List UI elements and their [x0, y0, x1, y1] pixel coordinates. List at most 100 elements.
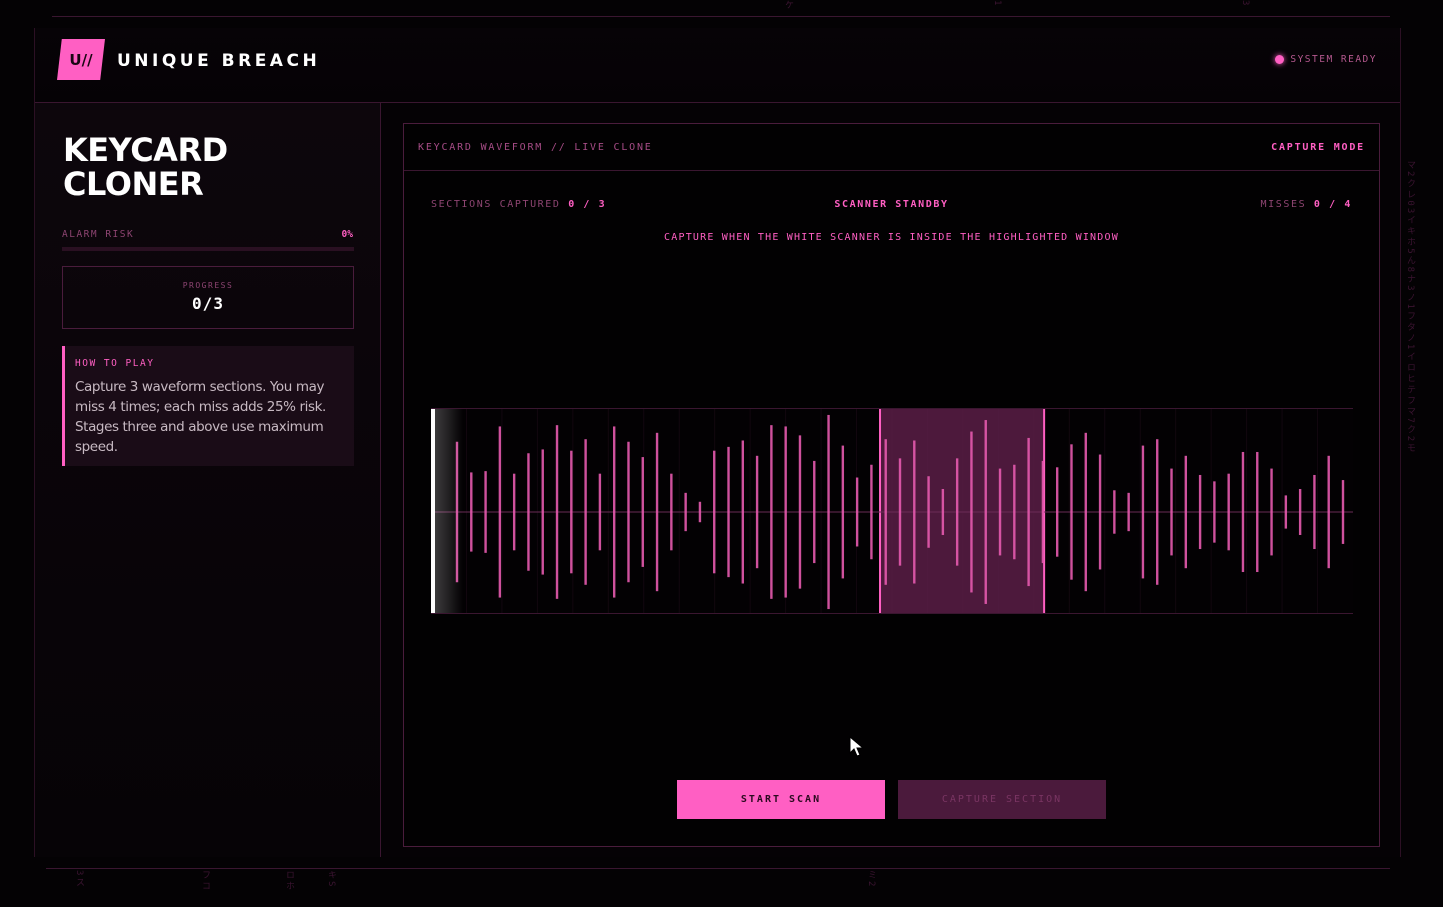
panel-title: KEYCARD WAVEFORM // LIVE CLONE — [418, 142, 653, 153]
progress-label: PROGRESS — [182, 281, 234, 290]
how-to-play-box: HOW TO PLAY Capture 3 waveform sections.… — [62, 346, 354, 466]
waveform-bar — [655, 432, 659, 592]
brand-name: UNIQUE BREACH — [117, 51, 321, 71]
waveform-bar — [884, 439, 887, 585]
waveform-bar — [741, 440, 745, 584]
waveform-bar — [870, 464, 873, 560]
waveform-bar — [1298, 489, 1302, 535]
waveform-bar — [1070, 444, 1073, 580]
waveform-panel: KEYCARD WAVEFORM // LIVE CLONE CAPTURE M… — [403, 123, 1380, 847]
waveform-bar — [927, 476, 930, 548]
progress-box: PROGRESS 0/3 — [62, 266, 354, 329]
waveform-bar — [841, 445, 845, 579]
scanner-glow — [433, 409, 463, 613]
brand-logo: U// — [57, 39, 105, 80]
sections-captured-label: SECTIONS CAPTURED — [431, 199, 561, 210]
waveform-bar — [598, 473, 602, 551]
waveform-bar — [1313, 474, 1316, 550]
waveform-bar — [798, 435, 802, 589]
waveform-bar — [1127, 492, 1130, 532]
capture-mode-label: CAPTURE MODE — [1271, 142, 1365, 153]
progress-value: 0/3 — [192, 294, 224, 313]
waveform-bar — [1156, 439, 1159, 585]
waveform-bar — [498, 426, 502, 598]
waveform-bar — [784, 426, 787, 598]
waveform-bar — [527, 453, 530, 571]
waveform-bar — [813, 460, 816, 564]
waveform-bar — [998, 468, 1002, 556]
sidebar: KEYCARD CLONER ALARM RISK 0% PROGRESS 0/… — [35, 103, 381, 857]
waveform-bar — [641, 457, 644, 567]
waveform-display[interactable] — [431, 408, 1353, 614]
waveform-bar — [913, 440, 916, 584]
waveform-bar — [512, 473, 516, 551]
capture-section-button[interactable]: CAPTURE SECTION — [898, 780, 1106, 819]
game-title: KEYCARD CLONER — [63, 131, 228, 203]
waveform-bar — [1170, 468, 1173, 556]
waveform-bar — [541, 449, 544, 575]
waveform-bar — [584, 439, 587, 585]
how-to-play-title: HOW TO PLAY — [75, 358, 155, 369]
waveform-bar — [1270, 468, 1273, 556]
waveform-bar — [1098, 454, 1102, 570]
waveform-bar — [684, 492, 687, 532]
code-rain: ケ — [783, 0, 793, 11]
code-rain: フコ — [200, 870, 210, 892]
code-rain: ミ2 — [866, 870, 876, 889]
waveform-bar — [1055, 467, 1059, 557]
waveform-bar — [1141, 445, 1145, 579]
code-rain: 3 — [1240, 0, 1250, 8]
waveform-bar — [1027, 437, 1030, 587]
waveform-bar — [1227, 473, 1230, 551]
code-rain: ロホ — [284, 870, 294, 892]
bottom-frame-line — [46, 868, 1390, 869]
capture-hint: CAPTURE WHEN THE WHITE SCANNER IS INSIDE… — [664, 232, 1119, 243]
misses: MISSES 0 / 4 — [1261, 199, 1352, 210]
waveform-bar — [770, 425, 773, 599]
panel-header: KEYCARD WAVEFORM // LIVE CLONE CAPTURE M… — [404, 124, 1379, 171]
code-rain: キS — [326, 870, 336, 889]
waveform-bar — [1213, 481, 1216, 543]
mouse-cursor-icon — [849, 736, 865, 757]
code-rain: マ2クレ03イキホ5ん8ナ3ノ1フタノ1イロヒテフマ7ク2モ — [1405, 160, 1415, 455]
waveform-bar — [1198, 474, 1202, 550]
game-window: U// UNIQUE BREACH SYSTEM READY KEYCARD C… — [34, 28, 1401, 857]
waveform-bar — [470, 472, 473, 552]
system-status-text: SYSTEM READY — [1290, 54, 1377, 65]
start-scan-button[interactable]: START SCAN — [677, 780, 885, 819]
waveform-bar — [555, 425, 559, 599]
waveform-bar — [941, 489, 945, 535]
waveform-bar — [1327, 455, 1330, 569]
how-to-play-text: Capture 3 waveform sections. You may mis… — [75, 379, 326, 455]
waveform-bar — [627, 441, 630, 583]
app-header: U// UNIQUE BREACH SYSTEM READY — [35, 28, 1400, 103]
waveform-bar — [755, 455, 759, 569]
waveform-bar — [898, 458, 902, 566]
system-status: SYSTEM READY — [1275, 54, 1377, 65]
alarm-risk-bar — [62, 247, 354, 251]
waveform-bar — [955, 458, 959, 566]
waveform-svg — [431, 409, 1353, 613]
waveform-bar — [612, 426, 616, 598]
waveform-bar — [1241, 451, 1245, 573]
waveform-bar — [713, 450, 716, 574]
waveform-bar — [1184, 455, 1188, 569]
code-rain: 3ス — [74, 870, 84, 889]
alarm-risk-label: ALARM RISK — [62, 229, 135, 240]
waveform-bar — [670, 473, 673, 551]
waveform-bar — [1113, 490, 1116, 534]
misses-value: 0 / 4 — [1313, 199, 1352, 210]
waveform-bar — [855, 477, 859, 547]
status-dot-icon — [1275, 55, 1285, 64]
waveform-bar — [698, 501, 702, 523]
sections-captured: SECTIONS CAPTURED 0 / 3 — [431, 199, 606, 210]
scanner-line — [431, 409, 435, 613]
waveform-bar — [1256, 451, 1259, 573]
waveform-bar — [1013, 464, 1016, 560]
waveform-bar — [827, 414, 830, 610]
waveform-bar — [1084, 432, 1087, 592]
code-rain: 1 — [992, 0, 1002, 8]
waveform-bar — [1341, 480, 1345, 544]
alarm-risk-value: 0% — [341, 229, 353, 240]
waveform-bar — [727, 446, 730, 578]
